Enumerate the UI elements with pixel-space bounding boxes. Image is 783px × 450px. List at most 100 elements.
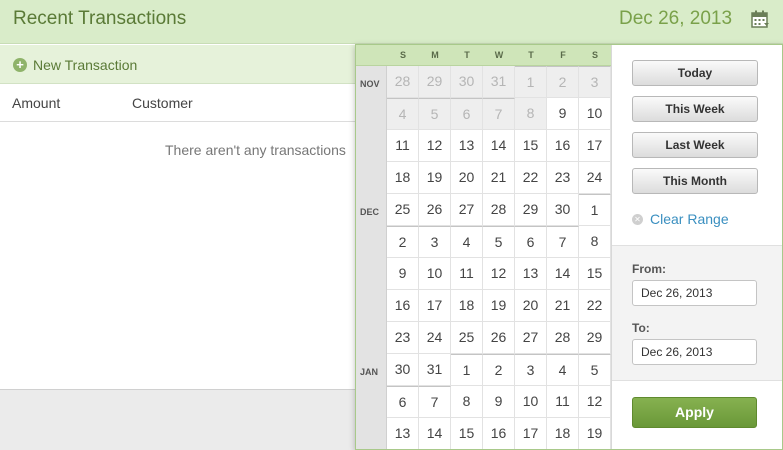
calendar-day[interactable]: 4 (451, 226, 483, 258)
calendar-day[interactable]: 6 (387, 386, 419, 418)
calendar-day[interactable]: 3 (419, 226, 451, 258)
calendar-day[interactable]: 10 (579, 98, 611, 130)
calendar-day[interactable]: 13 (515, 258, 547, 290)
to-date-input[interactable] (632, 339, 757, 365)
clear-range-link[interactable]: ✕ Clear Range (632, 211, 729, 227)
calendar-day[interactable]: 30 (451, 66, 483, 98)
calendar-day[interactable]: 1 (579, 194, 611, 226)
calendar-day[interactable]: 14 (483, 130, 515, 162)
calendar-day[interactable]: 4 (387, 98, 419, 130)
calendar-day[interactable]: 29 (419, 66, 451, 98)
calendar-day[interactable]: 5 (419, 98, 451, 130)
calendar-day[interactable]: 10 (419, 258, 451, 290)
calendar-day[interactable]: 20 (515, 290, 547, 322)
column-header-amount[interactable]: Amount (12, 95, 60, 111)
calendar-day[interactable]: 13 (387, 418, 419, 449)
apply-button[interactable]: Apply (632, 397, 757, 428)
calendar-day[interactable]: 20 (451, 162, 483, 194)
calendar-day[interactable]: 8 (451, 386, 483, 418)
date-range-display[interactable]: Dec 26, 2013 (619, 8, 732, 30)
calendar-day[interactable]: 15 (579, 258, 611, 290)
calendar-day[interactable]: 31 (419, 354, 451, 386)
calendar-day[interactable]: 2 (483, 354, 515, 386)
calendar-day[interactable]: 12 (483, 258, 515, 290)
calendar-day[interactable]: 28 (483, 194, 515, 226)
calendar-icon[interactable] (750, 9, 770, 29)
calendar-day[interactable]: 9 (387, 258, 419, 290)
calendar-day[interactable]: 30 (547, 194, 579, 226)
column-header-customer[interactable]: Customer (132, 95, 193, 111)
calendar-day[interactable]: 10 (515, 386, 547, 418)
calendar-day[interactable]: 19 (419, 162, 451, 194)
calendar-day[interactable]: 19 (579, 418, 611, 449)
calendar-day[interactable]: 16 (483, 418, 515, 449)
from-date-input[interactable] (632, 280, 757, 306)
calendar-day[interactable]: 15 (451, 418, 483, 449)
calendar-day[interactable]: 21 (547, 290, 579, 322)
calendar-day[interactable]: 17 (419, 290, 451, 322)
calendar-day[interactable]: 13 (451, 130, 483, 162)
this-week-button[interactable]: This Week (632, 96, 758, 122)
today-button[interactable]: Today (632, 60, 758, 86)
calendar-day[interactable]: 1 (515, 66, 547, 98)
calendar-day[interactable]: 6 (451, 98, 483, 130)
calendar-day[interactable]: 14 (419, 418, 451, 449)
calendar-day[interactable]: 21 (483, 162, 515, 194)
calendar-day[interactable]: 7 (483, 98, 515, 130)
calendar-day[interactable]: 9 (483, 386, 515, 418)
calendar-day[interactable]: 18 (547, 418, 579, 449)
calendar-day[interactable]: 4 (547, 354, 579, 386)
weekday-label: F (560, 50, 566, 60)
calendar-day[interactable]: 11 (451, 258, 483, 290)
calendar-day[interactable]: 29 (579, 322, 611, 354)
calendar-day[interactable]: 30 (387, 354, 419, 386)
calendar-day[interactable]: 8 (515, 98, 547, 130)
calendar-day[interactable]: 8 (579, 226, 611, 258)
calendar-day[interactable]: 25 (387, 194, 419, 226)
calendar-day[interactable]: 15 (515, 130, 547, 162)
calendar-day[interactable]: 24 (579, 162, 611, 194)
calendar-day[interactable]: 27 (451, 194, 483, 226)
calendar-day[interactable]: 22 (579, 290, 611, 322)
calendar-day[interactable]: 7 (547, 226, 579, 258)
calendar-day[interactable]: 22 (515, 162, 547, 194)
calendar-day[interactable]: 16 (387, 290, 419, 322)
calendar-day[interactable]: 5 (483, 226, 515, 258)
this-month-button[interactable]: This Month (632, 168, 758, 194)
calendar-day[interactable]: 27 (515, 322, 547, 354)
calendar-day[interactable]: 18 (451, 290, 483, 322)
calendar-day[interactable]: 29 (515, 194, 547, 226)
calendar-day[interactable]: 12 (579, 386, 611, 418)
calendar-day[interactable]: 11 (547, 386, 579, 418)
calendar-day[interactable]: 16 (547, 130, 579, 162)
new-transaction-button[interactable]: + New Transaction (13, 57, 137, 73)
month-column: NOV DEC JAN (356, 66, 387, 449)
calendar-day[interactable]: 2 (387, 226, 419, 258)
calendar-day[interactable]: 26 (483, 322, 515, 354)
calendar-day[interactable]: 9 (547, 98, 579, 130)
calendar-day[interactable]: 28 (547, 322, 579, 354)
calendar-day[interactable]: 31 (483, 66, 515, 98)
calendar-day[interactable]: 23 (547, 162, 579, 194)
calendar-day[interactable]: 6 (515, 226, 547, 258)
calendar-day[interactable]: 14 (547, 258, 579, 290)
calendar-day[interactable]: 24 (419, 322, 451, 354)
calendar-day[interactable]: 5 (579, 354, 611, 386)
calendar-day[interactable]: 26 (419, 194, 451, 226)
calendar-day[interactable]: 19 (483, 290, 515, 322)
calendar-day[interactable]: 25 (451, 322, 483, 354)
calendar-day[interactable]: 1 (451, 354, 483, 386)
calendar-day[interactable]: 17 (579, 130, 611, 162)
calendar-day[interactable]: 17 (515, 418, 547, 449)
calendar-day[interactable]: 28 (387, 66, 419, 98)
calendar-day[interactable]: 3 (515, 354, 547, 386)
weekday-label: W (494, 50, 504, 60)
calendar-day[interactable]: 2 (547, 66, 579, 98)
calendar-day[interactable]: 23 (387, 322, 419, 354)
calendar-day[interactable]: 12 (419, 130, 451, 162)
calendar-day[interactable]: 7 (419, 386, 451, 418)
last-week-button[interactable]: Last Week (632, 132, 758, 158)
calendar-day[interactable]: 3 (579, 66, 611, 98)
calendar-day[interactable]: 11 (387, 130, 419, 162)
calendar-day[interactable]: 18 (387, 162, 419, 194)
